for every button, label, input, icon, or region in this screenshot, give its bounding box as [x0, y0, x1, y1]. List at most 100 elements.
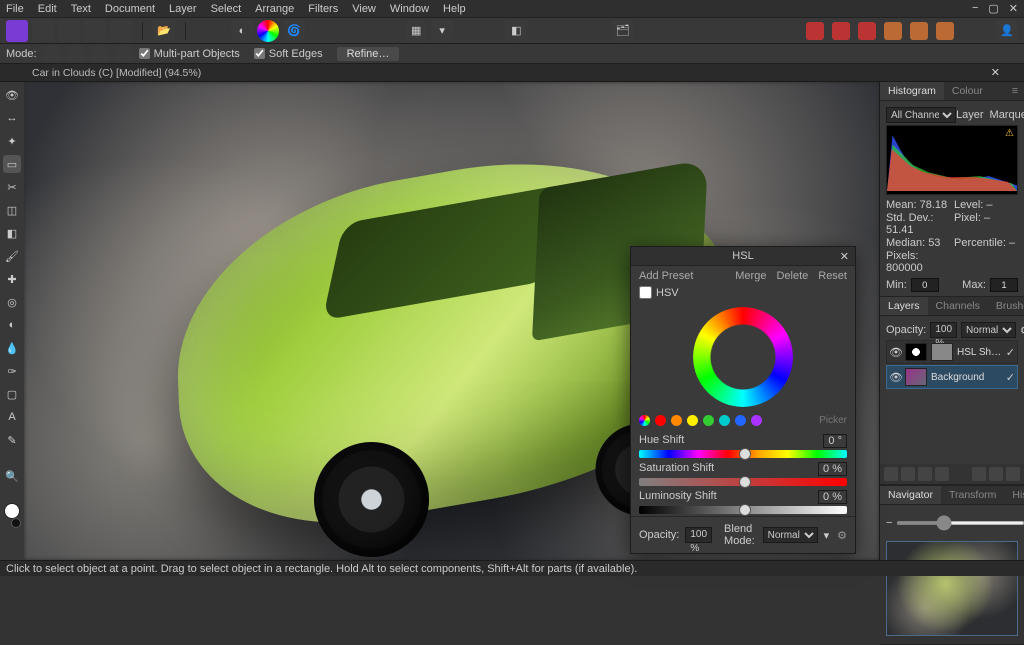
quickmask-icon[interactable]: ▦ [405, 20, 427, 42]
mode-intersect-icon[interactable] [115, 46, 133, 62]
visibility-icon[interactable]: 👁 [889, 346, 901, 359]
chevron-down-icon[interactable]: ▾ [824, 529, 830, 542]
tab-transform[interactable]: Transform [941, 486, 1004, 504]
mode-new-icon[interactable] [43, 46, 61, 62]
foreground-color-swatch[interactable] [4, 503, 20, 519]
persona-photo-icon[interactable] [6, 20, 28, 42]
swatch-cyan[interactable] [719, 415, 730, 426]
mode-subtract-icon[interactable] [91, 46, 109, 62]
layer-lock-icon[interactable]: ✓ [1006, 346, 1015, 359]
assistant-panel-icon[interactable]: ◧ [505, 20, 527, 42]
dodge-tool-icon[interactable]: ◐ [3, 316, 21, 334]
arrange-right-icon[interactable] [858, 22, 876, 40]
menu-file[interactable]: File [6, 3, 24, 15]
histo-marquee-tab[interactable]: Marquee [990, 109, 1024, 121]
toolbar-assistant-icon[interactable]: 🌀 [283, 20, 305, 42]
menu-text[interactable]: Text [71, 3, 91, 15]
hsl-title[interactable]: HSL ✕ [631, 247, 855, 266]
navigator-thumbnail[interactable] [886, 541, 1018, 636]
hsl-blend-dropdown[interactable]: Normal [763, 527, 818, 543]
swatch-master[interactable] [639, 415, 650, 426]
zoom-tool-icon[interactable]: 🔍 [3, 467, 21, 485]
histo-min-input[interactable] [911, 278, 939, 292]
channel-dropdown[interactable]: All Channels [886, 107, 956, 123]
fx-icon[interactable] [918, 467, 932, 481]
hsl-opacity-value[interactable]: 100 % [685, 527, 712, 543]
sat-slider[interactable] [639, 478, 847, 486]
menu-document[interactable]: Document [105, 3, 155, 15]
persona-develop-icon[interactable] [58, 20, 80, 42]
merge-button[interactable]: Merge [735, 270, 766, 282]
layer-opacity-value[interactable]: 100 % [930, 322, 957, 338]
blur-tool-icon[interactable]: 💧 [3, 339, 21, 357]
toolbar-open-icon[interactable]: 📂 [153, 20, 175, 42]
dialog-close-icon[interactable]: ✕ [840, 250, 849, 263]
hue-ring[interactable] [693, 307, 793, 407]
layer-settings-icon[interactable]: ⚙ [1020, 324, 1024, 337]
selection-tool-icon[interactable]: ▭ [3, 155, 21, 173]
add-layer-icon[interactable] [989, 467, 1003, 481]
heal-tool-icon[interactable]: ✚ [3, 270, 21, 288]
mask-icon[interactable] [884, 467, 898, 481]
swatch-yellow[interactable] [687, 415, 698, 426]
swatch-green[interactable] [703, 415, 714, 426]
zoom-out-icon[interactable]: − [886, 517, 892, 529]
layer-blend-dropdown[interactable]: Normal [961, 322, 1016, 338]
node-tool-icon[interactable]: ✦ [3, 132, 21, 150]
adjustment-icon[interactable] [901, 467, 915, 481]
arrange-middle-icon[interactable] [910, 22, 928, 40]
menu-edit[interactable]: Edit [38, 3, 57, 15]
persona-tonemap-icon[interactable] [84, 20, 106, 42]
snapping-icon[interactable]: ▾ [431, 20, 453, 42]
delete-layer-icon[interactable] [1006, 467, 1020, 481]
swatch-orange[interactable] [671, 415, 682, 426]
menu-filters[interactable]: Filters [308, 3, 338, 15]
document-tab[interactable]: Car in Clouds (C) [Modified] (94.5%) [24, 65, 209, 81]
clone-tool-icon[interactable]: ◎ [3, 293, 21, 311]
arrange-center-icon[interactable] [832, 22, 850, 40]
arrange-top-icon[interactable] [884, 22, 902, 40]
lum-value[interactable]: 0 % [818, 490, 847, 504]
histo-max-input[interactable] [990, 278, 1018, 292]
arrange-left-icon[interactable] [806, 22, 824, 40]
softedges-checkbox[interactable]: Soft Edges [254, 48, 323, 60]
tab-histogram[interactable]: Histogram [880, 82, 944, 100]
swatch-blue[interactable] [735, 415, 746, 426]
menu-view[interactable]: View [352, 3, 376, 15]
menu-select[interactable]: Select [211, 3, 242, 15]
menu-help[interactable]: Help [443, 3, 466, 15]
multipart-checkbox[interactable]: Multi-part Objects [139, 48, 240, 60]
background-color-swatch[interactable] [11, 518, 21, 528]
move-tool-icon[interactable]: ↔ [3, 109, 21, 127]
arrange-bottom-icon[interactable] [936, 22, 954, 40]
gear-icon[interactable]: ⚙ [837, 529, 847, 542]
flood-tool-icon[interactable]: ◧ [3, 224, 21, 242]
assets-icon[interactable]: 🗂 [612, 20, 634, 42]
layer-row-background[interactable]: 👁 Background ✓ [886, 365, 1018, 389]
menu-layer[interactable]: Layer [169, 3, 197, 15]
group-icon[interactable] [972, 467, 986, 481]
layer-row-hsl[interactable]: 👁 HSL Shift Adjust… ✓ [886, 340, 1018, 364]
minimize-icon[interactable]: − [972, 2, 978, 15]
tab-colour[interactable]: Colour [944, 82, 991, 100]
visibility-icon[interactable]: 👁 [889, 371, 901, 384]
color-format-icon[interactable]: ◐ [231, 20, 253, 42]
close-icon[interactable]: ✕ [1009, 2, 1018, 15]
crop-tool-icon[interactable]: ✂ [3, 178, 21, 196]
shape-tool-icon[interactable]: ▢ [3, 385, 21, 403]
pen-tool-icon[interactable]: ✑ [3, 362, 21, 380]
tab-navigator[interactable]: Navigator [880, 486, 941, 504]
account-icon[interactable]: 👤 [996, 20, 1018, 42]
reset-button[interactable]: Reset [818, 270, 847, 282]
tab-layers[interactable]: Layers [880, 297, 928, 315]
brush-tool-icon[interactable]: 🖌 [3, 247, 21, 265]
sat-value[interactable]: 0 % [818, 462, 847, 476]
tab-history[interactable]: History [1004, 486, 1024, 504]
layer-lock-icon[interactable]: ✓ [1006, 371, 1015, 384]
delete-button[interactable]: Delete [776, 270, 808, 282]
hue-value[interactable]: 0 ° [823, 434, 847, 448]
lum-slider[interactable] [639, 506, 847, 514]
persona-export-icon[interactable] [110, 20, 132, 42]
hsv-checkbox[interactable]: HSV [631, 286, 855, 303]
marquee-tool-icon[interactable]: ◫ [3, 201, 21, 219]
